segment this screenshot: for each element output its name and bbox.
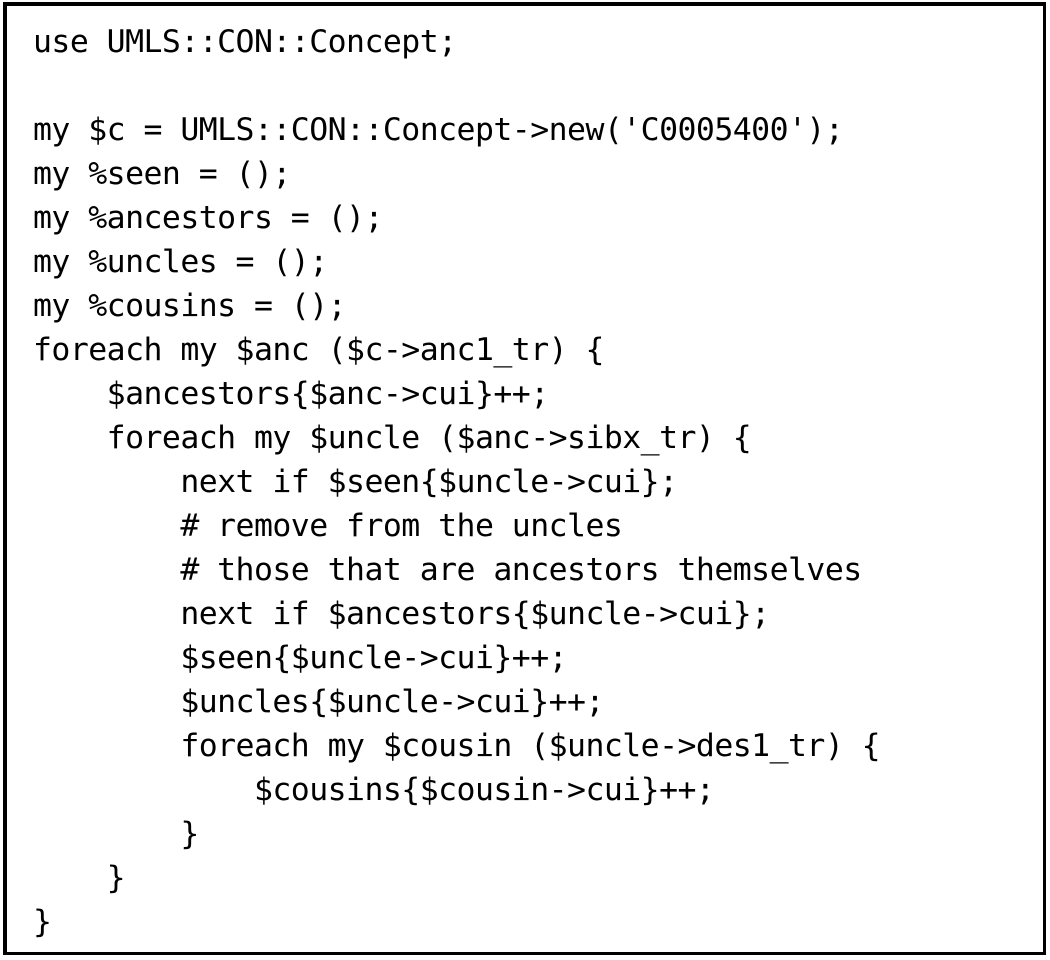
code-line: } [33,904,52,940]
code-listing: use UMLS::CON::Concept; my $c = UMLS::CO… [33,20,881,944]
code-line: $uncles{$uncle->cui}++; [33,684,604,720]
code-line: } [33,816,199,852]
code-line: # those that are ancestors themselves [33,552,862,588]
code-line: foreach my $cousin ($uncle->des1_tr) { [33,728,881,764]
code-line: $cousins{$cousin->cui}++; [33,772,715,808]
code-line: next if $seen{$uncle->cui}; [33,464,678,500]
code-line: foreach my $anc ($c->anc1_tr) { [33,332,604,368]
code-line: $seen{$uncle->cui}++; [33,640,568,676]
code-frame-border: use UMLS::CON::Concept; my $c = UMLS::CO… [3,2,1046,955]
code-figure: use UMLS::CON::Concept; my $c = UMLS::CO… [0,0,1050,960]
code-line: my %ancestors = (); [33,200,383,236]
code-line: use UMLS::CON::Concept; [33,24,457,60]
code-line: # remove from the uncles [33,508,623,544]
code-line: my $c = UMLS::CON::Concept->new('C000540… [33,112,844,148]
code-line: my %uncles = (); [33,244,328,280]
code-line: my %cousins = (); [33,288,347,324]
code-line: foreach my $uncle ($anc->sibx_tr) { [33,420,752,456]
code-line: $ancestors{$anc->cui}++; [33,376,550,412]
code-line: } [33,860,126,896]
code-line: next if $ancestors{$uncle->cui}; [33,596,770,632]
code-line: my %seen = (); [33,156,291,192]
